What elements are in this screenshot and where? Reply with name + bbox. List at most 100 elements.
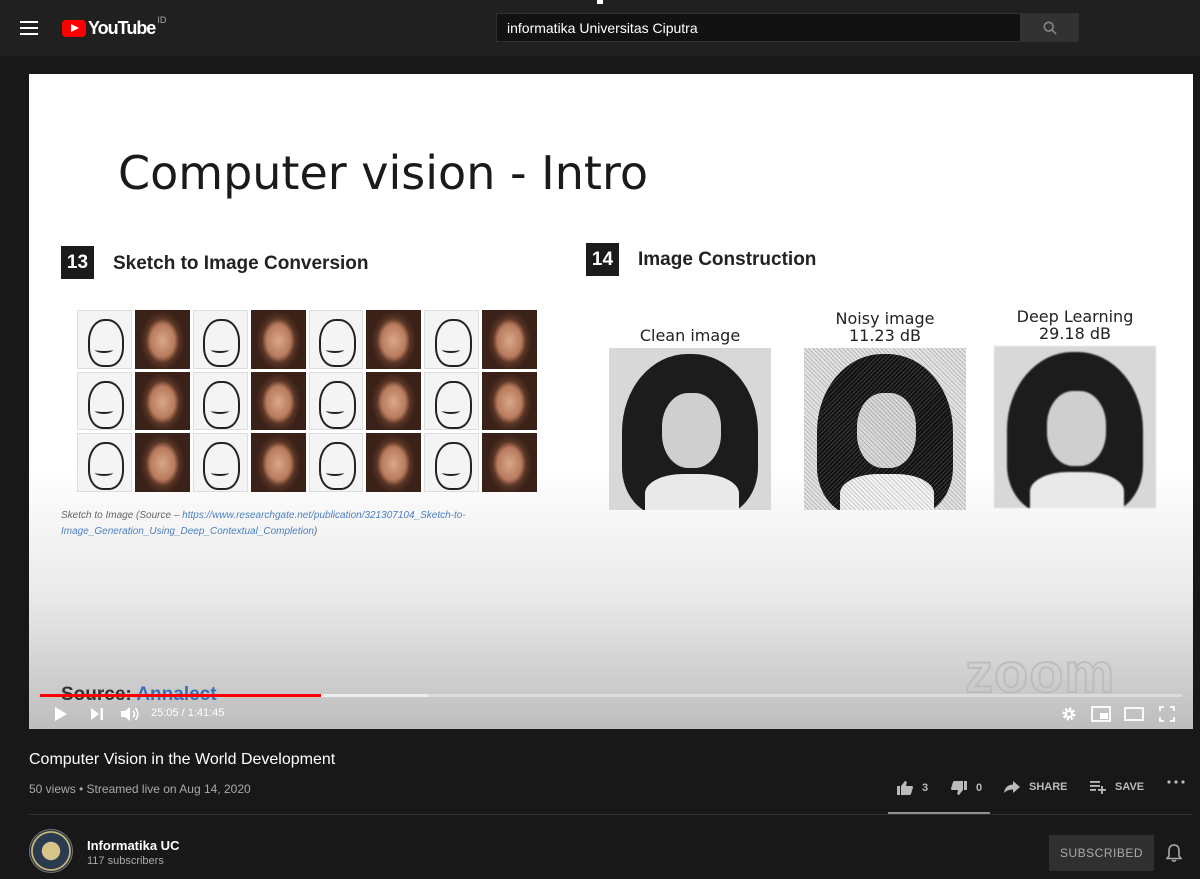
caption-suffix: ) [313,526,318,537]
subscribed-button[interactable]: SUBSCRIBED [1049,835,1154,871]
thumbs-down-icon [951,781,967,795]
menu-icon-line [20,33,38,35]
video-player[interactable]: Computer vision - Intro 13 Sketch to Ima… [29,74,1193,729]
fullscreen-button[interactable] [1156,704,1178,724]
sketch-image [308,433,364,492]
sketch-image [77,310,132,369]
sketch-to-image-grid [77,310,537,492]
playlist-add-icon [1090,781,1106,794]
portrait-face [662,393,721,468]
masthead: YouTube ID [0,0,1200,56]
portrait-neck [1029,472,1124,508]
sketch-image [77,371,132,431]
face-photo [366,371,422,431]
sketch-image [77,433,132,492]
sketch-image [192,371,248,431]
sketch-image [308,310,364,369]
search-box[interactable] [496,13,1021,42]
youtube-logo[interactable]: YouTube ID [62,15,167,40]
next-button[interactable] [87,704,107,724]
gear-icon [1062,707,1076,721]
sketch-image [424,371,480,431]
thumbs-up-icon [897,781,913,795]
theater-icon [1124,707,1144,721]
face-photo [134,310,190,369]
portrait-neck [644,474,739,510]
theater-mode-button[interactable] [1123,704,1145,724]
sketch-image [192,310,248,369]
dislike-button[interactable]: 0 [950,780,982,796]
section-13-number: 13 [61,246,94,279]
like-button[interactable]: 3 [896,780,928,796]
save-label: SAVE [1115,781,1145,793]
search-input[interactable] [497,14,1020,41]
channel-name[interactable]: Informatika UC [87,838,179,853]
search-icon [1043,21,1057,35]
play-icon [55,707,67,721]
menu-icon [20,21,38,23]
slide-caption: Sketch to Image (Source – https://www.re… [61,508,561,540]
progress-played [40,694,322,697]
section-13-title: Sketch to Image Conversion [113,253,369,274]
face-photo [366,433,422,492]
settings-button[interactable] [1059,704,1079,724]
noisy-image-label-line-2: 11.23 dB [848,326,922,345]
progress-bar[interactable] [40,694,1182,697]
face-photo [250,433,306,492]
portrait-face [1047,391,1106,466]
face-photo [482,433,537,492]
divider [29,814,1193,815]
portrait-face [857,393,916,468]
play-button[interactable] [51,704,71,724]
sketch-image [308,371,364,431]
logo-text: YouTube [88,17,156,38]
sketch-image [424,310,480,369]
face-photo [134,433,190,492]
deep-learning-label-line-2: 29.18 dB [1038,324,1112,343]
more-actions-button[interactable] [1167,780,1185,784]
subscriber-count: 117 subscribers [87,855,164,867]
menu-icon-line [20,27,38,29]
bell-icon [1165,844,1183,863]
deep-learning-image [994,346,1156,508]
share-button[interactable]: SHARE [1003,780,1068,794]
fullscreen-icon [1159,706,1175,722]
portrait-hair [816,354,954,510]
youtube-play-icon [62,19,86,37]
notification-bell-button[interactable] [1165,843,1183,868]
sketch-image [424,433,480,492]
share-label: SHARE [1029,781,1068,793]
channel-avatar[interactable] [29,829,73,873]
menu-button[interactable] [16,16,42,40]
portrait-neck [839,474,934,510]
time-display: 25:05 / 1:41:45 [151,707,225,719]
skip-next-icon [91,708,103,720]
volume-button[interactable] [119,704,141,724]
section-14-number: 14 [586,243,619,276]
clean-image [609,348,771,510]
caption-prefix: Sketch to Image (Source – [61,510,183,521]
noisy-image [804,348,966,510]
clean-image-label-text: Clean image [639,326,741,345]
section-14-title: Image Construction [638,249,817,270]
face-photo [482,310,537,369]
video-title: Computer Vision in the World Development [29,751,336,768]
volume-icon [121,707,139,721]
logo-country-code: ID [157,15,167,25]
miniplayer-icon [1091,706,1111,722]
cursor-mark [597,0,603,4]
sketch-image [192,433,248,492]
miniplayer-button[interactable] [1090,704,1112,724]
clean-image-label: Clean image [609,327,771,344]
face-photo [482,371,537,431]
noisy-image-label-line-1: Noisy image [835,309,935,328]
deep-learning-image-label: Deep Learning 29.18 dB [994,308,1156,342]
more-horiz-icon [1167,780,1185,784]
search-button[interactable] [1020,13,1079,42]
video-meta: 50 views • Streamed live on Aug 14, 2020 [29,782,251,796]
face-photo [250,310,306,369]
face-photo [366,310,422,369]
face-photo [134,371,190,431]
video-frame: Computer vision - Intro 13 Sketch to Ima… [29,74,1193,729]
save-button[interactable]: SAVE [1089,780,1144,794]
